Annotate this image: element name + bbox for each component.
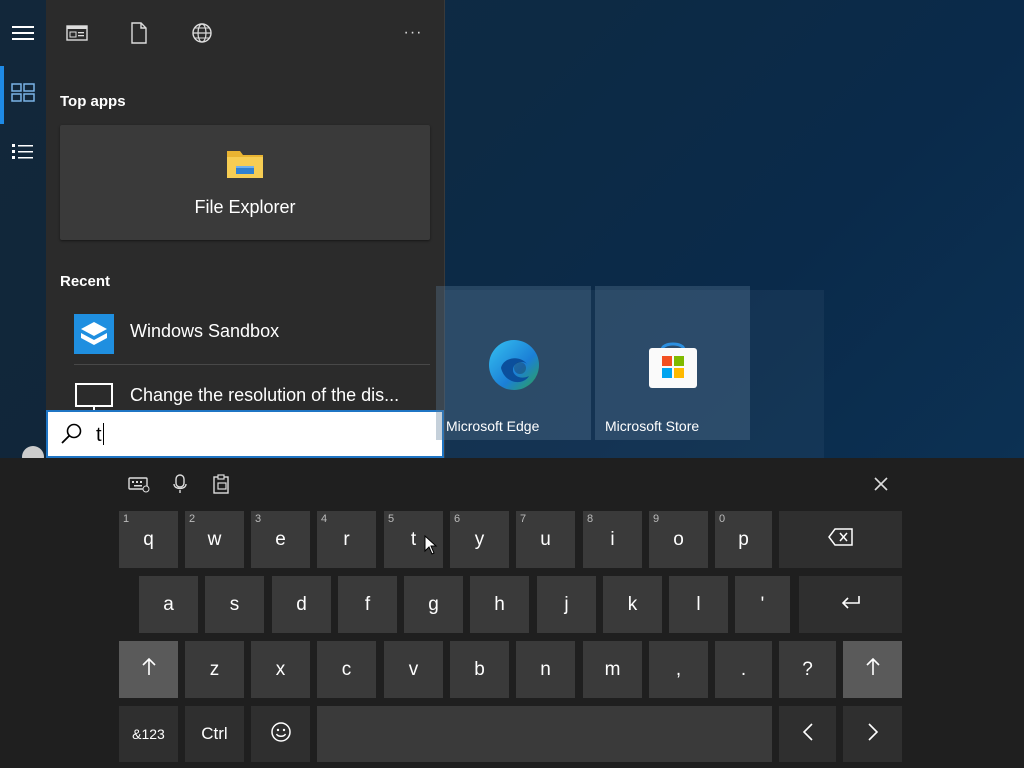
key-v[interactable]: v xyxy=(384,641,443,698)
key-p[interactable]: 0p xyxy=(715,511,772,568)
search-input-value: t xyxy=(96,423,104,446)
recent-divider xyxy=(74,364,430,365)
edge-icon xyxy=(487,338,541,397)
store-icon xyxy=(646,336,700,395)
key-b[interactable]: b xyxy=(450,641,509,698)
tile-microsoft-store[interactable]: Microsoft Store xyxy=(595,286,750,440)
flyout-toolbar: ··· xyxy=(46,0,444,66)
hamburger-menu-button[interactable] xyxy=(0,12,46,58)
ctrl-key[interactable]: Ctrl xyxy=(185,706,244,762)
list-icon xyxy=(11,142,35,169)
key-j[interactable]: j xyxy=(537,576,596,633)
close-keyboard-icon[interactable] xyxy=(868,472,894,496)
symbols-key[interactable]: &123 xyxy=(119,706,178,762)
key-comma[interactable]: , xyxy=(649,641,708,698)
shift-key-left[interactable] xyxy=(119,641,178,698)
chevron-right-icon xyxy=(867,722,879,747)
microphone-icon[interactable] xyxy=(167,472,193,496)
rail-all-apps-button[interactable] xyxy=(0,132,46,178)
key-d[interactable]: d xyxy=(272,576,331,633)
key-h[interactable]: h xyxy=(470,576,529,633)
key-g[interactable]: g xyxy=(404,576,463,633)
rail-tiles-button[interactable] xyxy=(0,72,46,118)
clipboard-icon[interactable] xyxy=(208,472,234,496)
top-app-file-explorer[interactable]: File Explorer xyxy=(60,125,430,240)
key-a[interactable]: a xyxy=(139,576,198,633)
key-r[interactable]: 4r xyxy=(317,511,376,568)
emoji-key[interactable] xyxy=(251,706,310,762)
backspace-key[interactable] xyxy=(779,511,902,568)
backspace-icon xyxy=(827,528,854,551)
mouse-pointer-icon xyxy=(424,534,438,560)
key-c[interactable]: c xyxy=(317,641,376,698)
key-u[interactable]: 7u xyxy=(516,511,575,568)
key-f[interactable]: f xyxy=(338,576,397,633)
key-e[interactable]: 3e xyxy=(251,511,310,568)
more-options-icon[interactable]: ··· xyxy=(400,20,426,46)
folder-icon xyxy=(226,147,264,184)
search-input[interactable]: t xyxy=(46,410,444,458)
key-m[interactable]: m xyxy=(583,641,642,698)
text-caret xyxy=(102,423,104,445)
emoji-icon xyxy=(270,721,292,748)
key-s[interactable]: s xyxy=(205,576,264,633)
recent-item-windows-sandbox[interactable]: Windows Sandbox xyxy=(60,304,430,360)
search-icon xyxy=(60,422,84,446)
keyboard-settings-icon[interactable] xyxy=(126,472,152,496)
key-q[interactable]: 1q xyxy=(119,511,178,568)
top-apps-heading: Top apps xyxy=(60,93,126,110)
key-l[interactable]: l xyxy=(669,576,728,633)
key-y[interactable]: 6y xyxy=(450,511,509,568)
key-k[interactable]: k xyxy=(603,576,662,633)
space-key[interactable] xyxy=(317,706,772,762)
start-rail xyxy=(0,0,46,468)
tiles-icon xyxy=(11,82,35,108)
key-i[interactable]: 8i xyxy=(583,511,642,568)
top-app-label: File Explorer xyxy=(194,197,296,217)
left-arrow-key[interactable] xyxy=(779,706,836,762)
hamburger-icon xyxy=(12,24,34,47)
key-o[interactable]: 9o xyxy=(649,511,708,568)
enter-icon xyxy=(840,594,862,615)
shift-key-right[interactable] xyxy=(843,641,902,698)
key-period[interactable]: . xyxy=(715,641,772,698)
tile-label: Microsoft Store xyxy=(605,418,700,434)
key-apostrophe[interactable]: ' xyxy=(735,576,790,633)
key-question[interactable]: ? xyxy=(779,641,836,698)
sandbox-icon xyxy=(74,314,114,354)
apps-filter-icon[interactable] xyxy=(64,20,90,46)
key-n[interactable]: n xyxy=(516,641,575,698)
tile-microsoft-edge[interactable]: Microsoft Edge xyxy=(436,286,591,440)
documents-filter-icon[interactable] xyxy=(126,20,152,46)
shift-icon xyxy=(865,657,881,682)
tile-label: Microsoft Edge xyxy=(446,418,540,434)
recent-item-label: Change the resolution of the dis... xyxy=(130,385,400,405)
chevron-left-icon xyxy=(802,722,814,747)
search-flyout: ··· Top apps File Explorer Recent Window… xyxy=(46,0,445,458)
recent-item-label: Windows Sandbox xyxy=(130,321,280,341)
key-w[interactable]: 2w xyxy=(185,511,244,568)
key-z[interactable]: z xyxy=(185,641,244,698)
web-filter-icon[interactable] xyxy=(189,20,215,46)
recent-heading: Recent xyxy=(60,273,111,290)
right-arrow-key[interactable] xyxy=(843,706,902,762)
enter-key[interactable] xyxy=(799,576,902,633)
shift-icon xyxy=(141,657,157,682)
key-x[interactable]: x xyxy=(251,641,310,698)
